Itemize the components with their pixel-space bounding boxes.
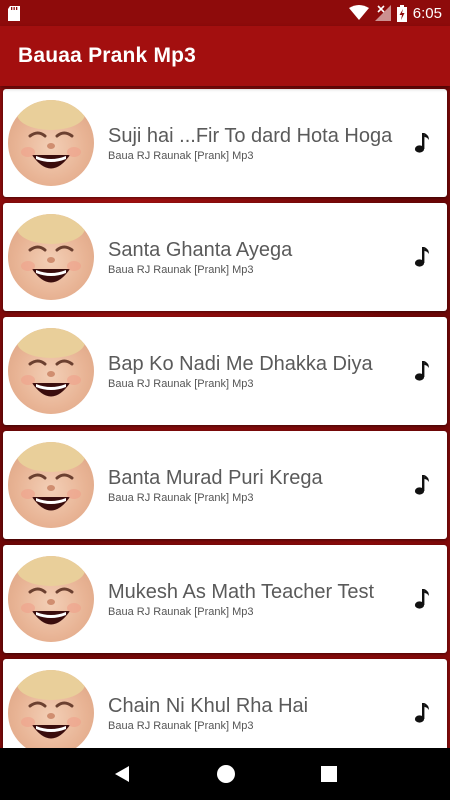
avatar xyxy=(8,214,94,300)
avatar xyxy=(8,442,94,528)
sd-card-icon xyxy=(8,5,20,21)
baby-face-image xyxy=(17,214,85,283)
navigation-bar xyxy=(0,748,450,800)
track-list[interactable]: Suji hai ...Fir To dard Hota Hoga Baua R… xyxy=(0,86,450,748)
avatar xyxy=(8,100,94,186)
track-subtitle: Baua RJ Raunak [Prank] Mp3 xyxy=(108,264,254,276)
track-title: Chain Ni Khul Rha Hai xyxy=(108,695,309,717)
music-note-icon[interactable] xyxy=(411,360,431,382)
track-subtitle: Baua RJ Raunak [Prank] Mp3 xyxy=(108,150,254,162)
baby-face-image xyxy=(17,328,85,397)
avatar xyxy=(8,670,94,748)
home-icon[interactable] xyxy=(216,764,236,784)
battery-charging-icon xyxy=(396,4,407,22)
track-title: Bap Ko Nadi Me Dhakka Diya xyxy=(108,353,373,375)
avatar xyxy=(8,556,94,642)
baby-face-image xyxy=(17,670,85,739)
wifi-icon xyxy=(348,5,369,20)
recents-icon[interactable] xyxy=(321,766,338,782)
list-item[interactable]: Bap Ko Nadi Me Dhakka Diya Baua RJ Rauna… xyxy=(3,317,447,425)
baby-face-image xyxy=(17,442,85,511)
music-note-icon[interactable] xyxy=(411,474,431,496)
status-bar: 6:05 xyxy=(0,0,450,26)
track-subtitle: Baua RJ Raunak [Prank] Mp3 xyxy=(108,492,254,504)
baby-face-image xyxy=(17,556,85,625)
track-title: Suji hai ...Fir To dard Hota Hoga xyxy=(108,125,393,147)
track-title: Mukesh As Math Teacher Test xyxy=(108,581,375,603)
music-note-icon[interactable] xyxy=(411,246,431,268)
music-note-icon[interactable] xyxy=(411,702,431,724)
list-item[interactable]: Mukesh As Math Teacher Test Baua RJ Raun… xyxy=(3,545,447,653)
track-title: Santa Ghanta Ayega xyxy=(108,239,293,261)
list-item[interactable]: Banta Murad Puri Krega Baua RJ Raunak [P… xyxy=(3,431,447,539)
status-time: 6:05 xyxy=(412,4,442,22)
list-item[interactable]: Suji hai ...Fir To dard Hota Hoga Baua R… xyxy=(3,89,447,197)
avatar xyxy=(8,328,94,414)
track-subtitle: Baua RJ Raunak [Prank] Mp3 xyxy=(108,720,254,732)
track-subtitle: Baua RJ Raunak [Prank] Mp3 xyxy=(108,378,254,390)
app-bar: Bauaa Prank Mp3 xyxy=(0,26,450,86)
track-subtitle: Baua RJ Raunak [Prank] Mp3 xyxy=(108,606,254,618)
track-title: Banta Murad Puri Krega xyxy=(108,467,323,489)
list-item[interactable]: Chain Ni Khul Rha Hai Baua RJ Raunak [Pr… xyxy=(3,659,447,748)
baby-face-image xyxy=(17,100,85,169)
music-note-icon[interactable] xyxy=(411,132,431,154)
list-item[interactable]: Santa Ghanta Ayega Baua RJ Raunak [Prank… xyxy=(3,203,447,311)
back-icon[interactable] xyxy=(113,765,131,783)
app-title: Bauaa Prank Mp3 xyxy=(18,44,197,67)
signal-icon xyxy=(374,5,391,21)
music-note-icon[interactable] xyxy=(411,588,431,610)
